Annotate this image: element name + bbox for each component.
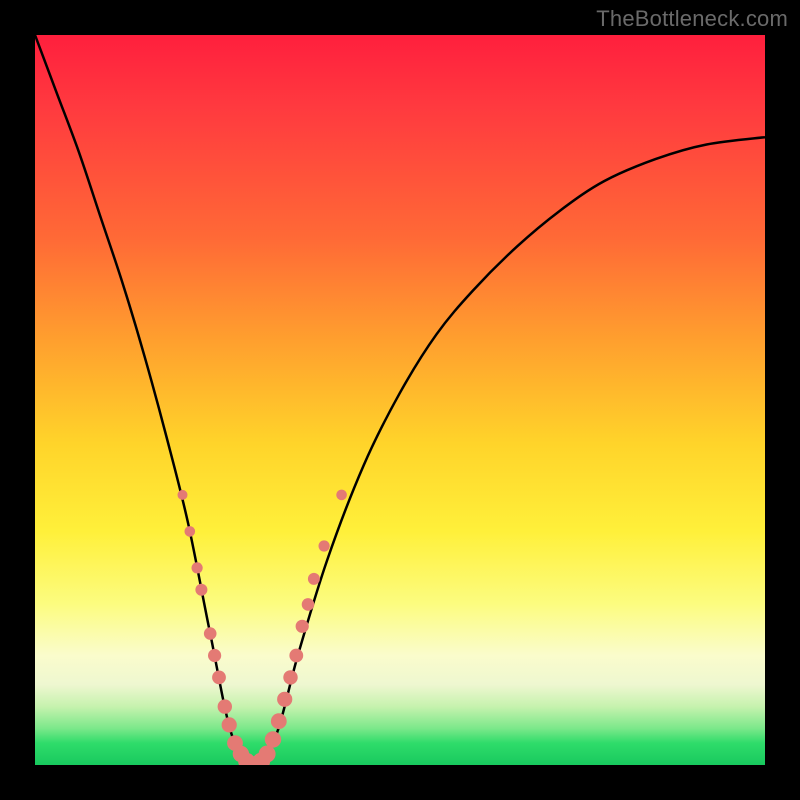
chart-svg	[35, 35, 765, 765]
marker-point	[195, 584, 207, 596]
watermark-text: TheBottleneck.com	[596, 6, 788, 32]
marker-point	[212, 671, 226, 685]
marker-cluster	[178, 490, 347, 765]
marker-point	[336, 490, 347, 501]
marker-point	[192, 562, 203, 573]
marker-point	[208, 649, 221, 662]
marker-point	[302, 598, 315, 611]
marker-point	[271, 713, 287, 729]
chart-frame: TheBottleneck.com	[0, 0, 800, 800]
marker-point	[319, 540, 330, 551]
marker-point	[289, 649, 303, 663]
marker-point	[277, 692, 292, 707]
bottleneck-curve	[35, 35, 765, 765]
marker-point	[259, 746, 276, 763]
marker-point	[283, 670, 297, 684]
marker-point	[222, 717, 237, 732]
marker-point	[308, 573, 320, 585]
marker-point	[204, 627, 217, 640]
marker-point	[265, 731, 281, 747]
marker-point	[296, 620, 309, 633]
marker-point	[178, 490, 188, 500]
plot-area	[35, 35, 765, 765]
marker-point	[218, 699, 232, 713]
marker-point	[185, 526, 196, 537]
